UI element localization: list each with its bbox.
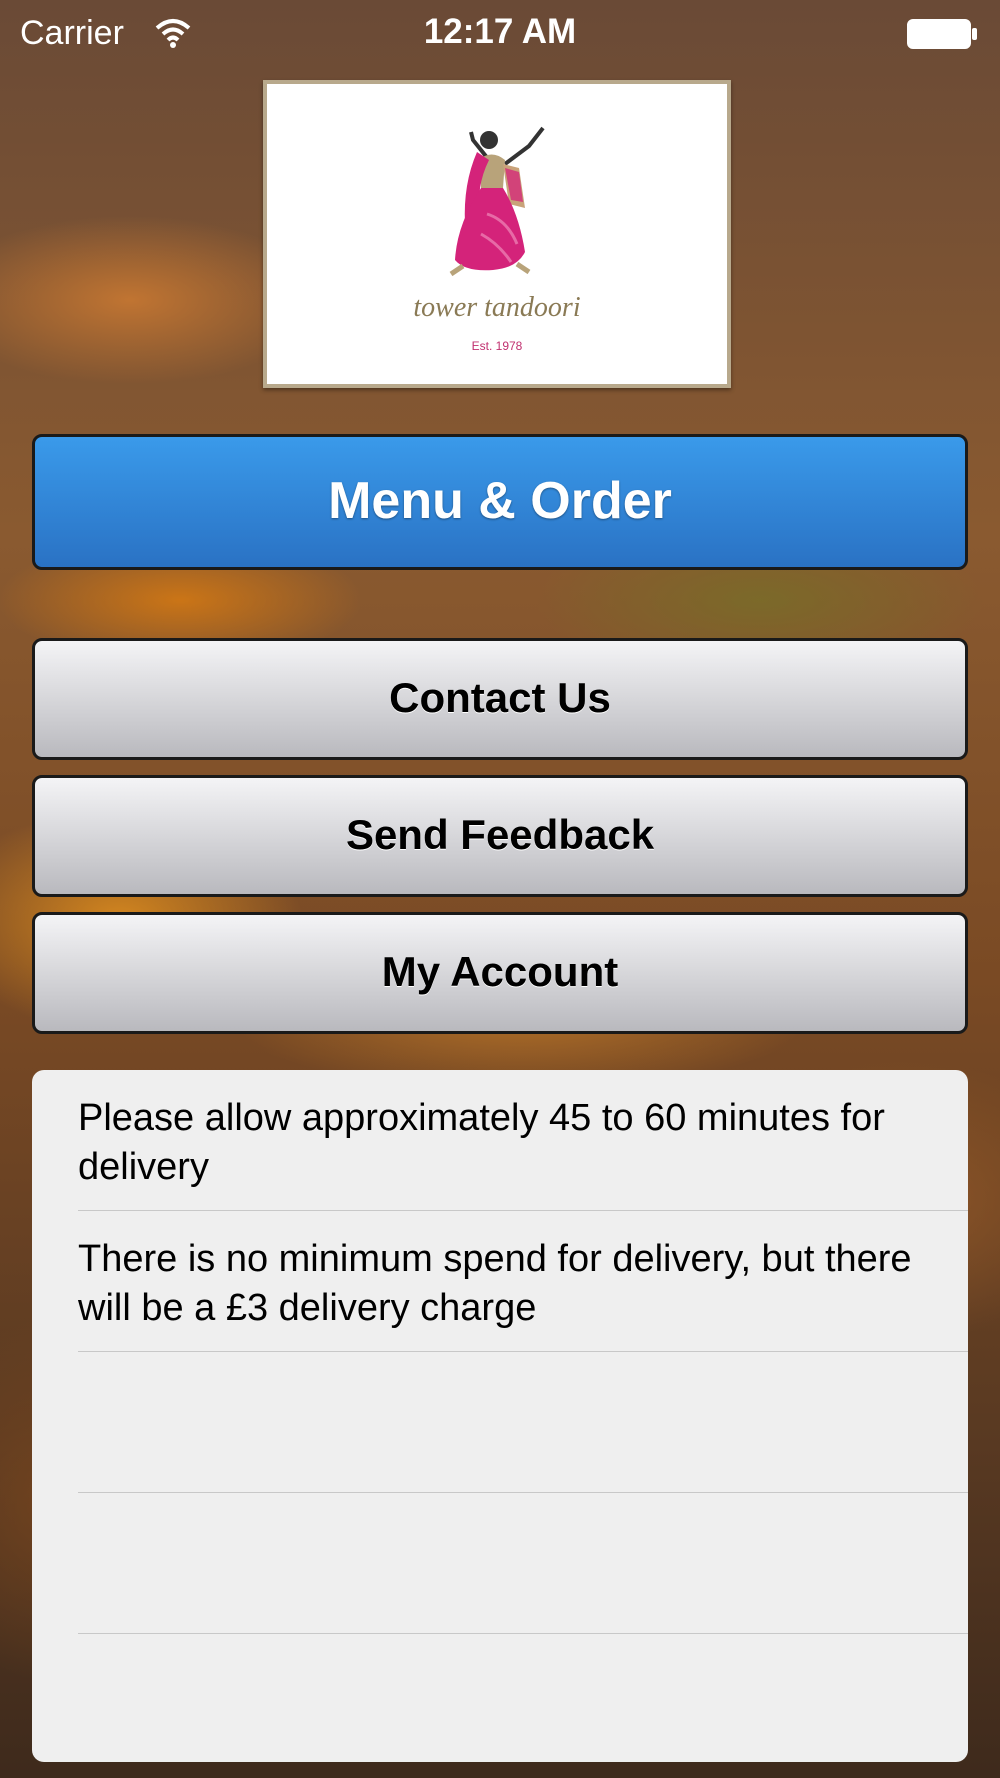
my-account-button[interactable]: My Account	[32, 912, 968, 1034]
home-screen: Carrier 12:17 AM tower tandoori Est. 197…	[0, 0, 1000, 1778]
list-item	[78, 1352, 968, 1493]
restaurant-logo: tower tandoori Est. 1978	[263, 80, 731, 388]
send-feedback-button[interactable]: Send Feedback	[32, 775, 968, 897]
status-bar: Carrier 12:17 AM	[0, 0, 1000, 68]
battery-icon	[906, 18, 978, 50]
clock: 12:17 AM	[423, 12, 577, 51]
delivery-info-list[interactable]: Please allow approximately 45 to 60 minu…	[32, 1070, 968, 1762]
list-item	[78, 1493, 968, 1634]
delivery-charge-note: There is no minimum spend for delivery, …	[78, 1238, 912, 1329]
logo-established-text: Est. 1978	[472, 339, 523, 353]
delivery-time-note: Please allow approximately 45 to 60 minu…	[78, 1097, 885, 1188]
list-item: Please allow approximately 45 to 60 minu…	[78, 1070, 968, 1211]
contact-us-button[interactable]: Contact Us	[32, 638, 968, 760]
menu-order-button[interactable]: Menu & Order	[32, 434, 968, 570]
logo-brand-text: tower tandoori	[413, 292, 580, 323]
list-item: There is no minimum spend for delivery, …	[78, 1211, 968, 1352]
dancer-logo-icon: tower tandoori Est. 1978	[413, 126, 581, 353]
